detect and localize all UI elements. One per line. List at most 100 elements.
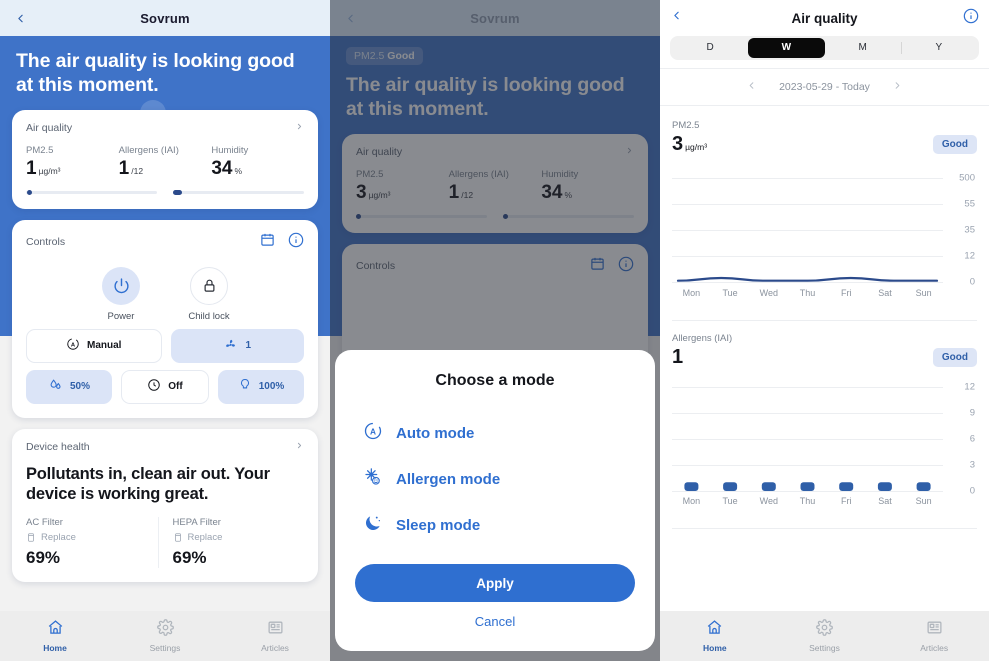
metrics-row: PM2.5 1 µg/m³ Allergens (IAI) 1/12 Humidi… — [26, 145, 304, 178]
manual-mode-label: Manual — [87, 340, 122, 352]
hero-headline: The air quality is looking good at this … — [16, 50, 295, 96]
range-segmented-control: D W M Y — [670, 36, 979, 60]
date-next-button[interactable] — [892, 80, 903, 94]
xtick: Sun — [915, 496, 932, 506]
nav-label: Articles — [920, 643, 949, 653]
power-toggle[interactable]: Power — [90, 266, 152, 322]
filter-name: HEPA Filter — [172, 516, 221, 528]
humidity-label: 50% — [69, 381, 90, 393]
range-tab-d[interactable]: D — [672, 38, 748, 58]
allergens-bar-chart: 12 9 6 3 0 — [672, 379, 977, 497]
gear-icon — [816, 619, 833, 636]
ytick-label: 35 — [964, 224, 975, 236]
air-quality-card[interactable]: Air quality PM2.5 1 µg/m³ Allergens (IAI)… — [12, 109, 318, 209]
metric-label: PM2.5 — [26, 144, 54, 156]
xtick: Sun — [915, 288, 932, 298]
back-icon[interactable] — [10, 8, 30, 28]
allergen-icon — [363, 467, 383, 491]
nav-item-home[interactable]: Home — [0, 619, 110, 653]
ytick-label: 0 — [969, 276, 975, 288]
allergens-chart-title: Allergens (IAI) — [672, 333, 733, 344]
xtick: Sat — [878, 288, 892, 298]
timer-button[interactable]: Off — [121, 369, 209, 404]
metric-value: 1 µg/m³ — [26, 159, 119, 178]
ytick-label: 3 — [969, 459, 975, 471]
fan-speed-button[interactable]: 1 — [170, 328, 304, 363]
apply-button[interactable]: Apply — [355, 564, 635, 602]
articles-icon — [267, 621, 283, 634]
nav-item-articles[interactable]: Articles — [879, 619, 989, 653]
metric-value: 34% — [211, 159, 304, 178]
allergens-x-axis: Mon Tue Wed Thu Fri Sat Sun — [672, 496, 977, 506]
child-lock-toggle-circle[interactable] — [190, 266, 228, 305]
range-tab-m[interactable]: M — [825, 38, 901, 58]
bottom-nav: Home Settings Articles — [660, 611, 989, 661]
filter-cartridge-icon — [28, 533, 34, 542]
filter-action: Replace — [26, 532, 158, 543]
panel1-scroll[interactable]: The air quality is looking good at this … — [0, 36, 330, 661]
nav-item-home[interactable]: Home — [660, 619, 770, 653]
range-tab-y[interactable]: Y — [900, 38, 977, 58]
timer-label: Off — [168, 381, 183, 393]
mode-option-label: Auto mode — [396, 424, 475, 442]
allergens-summary: Allergens (IAI) 1 — [672, 333, 732, 367]
bottom-nav: Home Settings Articles — [0, 611, 330, 661]
progress-indicator — [173, 189, 182, 195]
nav-label: Settings — [149, 643, 181, 653]
cards-container: Air quality PM2.5 1 µg/m³ Allergens (IAI)… — [0, 109, 330, 582]
cancel-button[interactable]: Cancel — [355, 614, 635, 635]
nav-item-settings[interactable]: Settings — [110, 619, 220, 653]
ytick-label: 9 — [969, 407, 975, 419]
home-icon — [48, 620, 62, 634]
chevron-right-icon[interactable] — [295, 441, 304, 453]
filter-value: 69% — [26, 547, 61, 567]
xtick: Tue — [722, 496, 738, 506]
fan-speed-label: 1 — [245, 340, 252, 352]
mode-option-sleep[interactable]: Sleep mode — [355, 502, 635, 548]
pm25-current-value: 3 µg/m³ — [672, 134, 707, 154]
ytick-label: 0 — [969, 485, 975, 497]
humidity-button[interactable]: 50% — [26, 369, 112, 404]
xtick: Tue — [722, 288, 738, 298]
back-icon[interactable] — [670, 9, 683, 27]
xtick: Wed — [759, 496, 778, 506]
device-health-headline: Pollutants in, clean air out. Your devic… — [26, 464, 270, 504]
device-health-label: Device health — [26, 440, 90, 453]
range-tab-w[interactable]: W — [748, 38, 825, 58]
metric-number: 1 — [26, 157, 37, 179]
ytick-label: 12 — [964, 381, 975, 393]
panel-home: Sovrum The air quality is looking good a… — [0, 0, 330, 661]
filter-value: 69% — [172, 547, 207, 567]
child-lock-toggle[interactable]: Child lock — [178, 266, 240, 322]
mode-option-allergen[interactable]: Allergen mode — [355, 456, 635, 502]
modal-scrim-header — [330, 0, 660, 36]
info-circle-icon[interactable] — [963, 8, 979, 29]
calendar-icon[interactable] — [260, 232, 275, 252]
info-circle-icon[interactable] — [288, 232, 304, 253]
ytick-label: 55 — [964, 198, 975, 210]
panel-air-quality-detail: Air quality D W M Y 2023-05-29 - Today P… — [660, 0, 989, 661]
nav-item-settings[interactable]: Settings — [770, 619, 880, 653]
nav-item-articles[interactable]: Articles — [220, 619, 330, 653]
pm25-chart-title: PM2.5 — [672, 120, 700, 131]
mode-option-auto[interactable]: A Auto mode — [355, 410, 635, 456]
filter-name: AC Filter — [26, 516, 63, 528]
metric-number: 34 — [211, 157, 233, 179]
power-toggle-circle[interactable] — [102, 266, 140, 305]
chevron-right-icon[interactable] — [295, 122, 304, 134]
manual-mode-button[interactable]: A Manual — [26, 328, 162, 363]
svg-text:A: A — [71, 342, 76, 348]
panel-choose-mode: Sovrum PM2.5 Good The air quality is loo… — [330, 0, 660, 661]
progress-bar-allergens — [173, 189, 304, 195]
controls-label: Controls — [26, 236, 66, 249]
date-prev-button[interactable] — [746, 80, 757, 94]
controls-card: Controls — [12, 219, 318, 418]
device-health-card[interactable]: Device health Pollutants in, clean air o… — [12, 428, 318, 582]
power-toggle-label: Power — [107, 310, 135, 322]
progress-track — [173, 190, 304, 195]
date-range-nav: 2023-05-29 - Today — [660, 69, 989, 105]
light-button[interactable]: 100% — [218, 369, 304, 404]
pm25-line-chart: 500 55 35 12 0 — [672, 166, 977, 288]
fan-icon — [223, 337, 238, 355]
metric-label: Allergens (IAI) — [118, 144, 179, 156]
